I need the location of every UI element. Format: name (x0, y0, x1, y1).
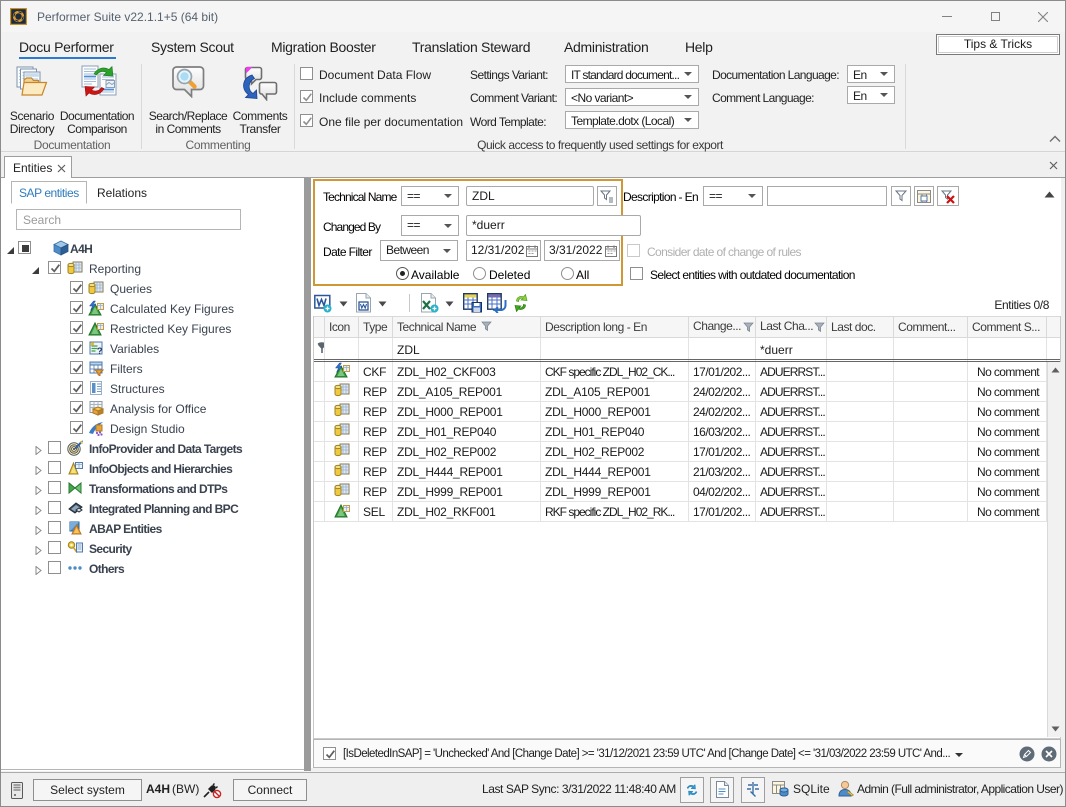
svg-text:?: ? (97, 346, 103, 356)
